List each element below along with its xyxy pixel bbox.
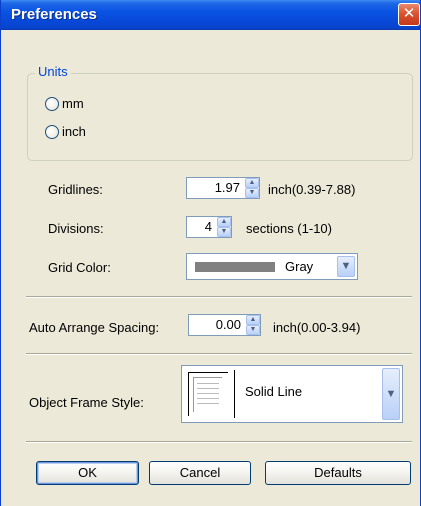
units-legend: Units	[35, 64, 71, 79]
divisions-spin-arrows[interactable]: ▲ ▼	[216, 217, 231, 237]
separator	[26, 353, 412, 355]
grid-color-label: Grid Color:	[48, 260, 111, 275]
spin-up-icon[interactable]: ▲	[217, 217, 231, 227]
ok-button[interactable]: OK	[36, 461, 139, 485]
defaults-button[interactable]: Defaults	[265, 461, 411, 485]
radio-inch-circle[interactable]	[45, 124, 59, 139]
auto-arrange-range: inch(0.00-3.94)	[273, 320, 361, 335]
gridlines-spin-arrows[interactable]: ▲ ▼	[244, 178, 259, 198]
gridlines-spinner[interactable]: 1.97 ▲ ▼	[186, 177, 260, 199]
radio-mm[interactable]: mm	[45, 96, 84, 111]
auto-arrange-spinner[interactable]: 0.00 ▲ ▼	[188, 314, 261, 336]
spin-up-icon[interactable]: ▲	[246, 315, 260, 325]
gridlines-value[interactable]: 1.97	[187, 178, 244, 198]
dialog-title: Preferences	[11, 6, 97, 23]
radio-mm-label: mm	[62, 96, 84, 111]
frame-style-dropdown[interactable]: Solid Line ▼	[181, 365, 403, 423]
close-icon: ✕	[402, 5, 416, 22]
radio-inch-label: inch	[62, 124, 86, 139]
frame-preview-divider	[234, 370, 235, 418]
auto-arrange-value[interactable]: 0.00	[189, 315, 245, 335]
grid-color-value: Gray	[285, 259, 314, 274]
units-groupbox	[27, 73, 413, 161]
preferences-dialog: Preferences ✕ Units mm inch Gridlines: 1…	[0, 0, 421, 506]
auto-arrange-label: Auto Arrange Spacing:	[29, 320, 160, 335]
spin-down-icon[interactable]: ▼	[246, 325, 260, 335]
frame-style-label: Object Frame Style:	[29, 395, 144, 410]
frame-style-preview-icon	[188, 372, 228, 416]
spin-down-icon[interactable]: ▼	[217, 227, 231, 237]
title-bar[interactable]: Preferences ✕	[1, 0, 420, 30]
separator	[26, 441, 412, 443]
frame-style-value: Solid Line	[245, 384, 303, 399]
spin-down-icon[interactable]: ▼	[245, 188, 259, 198]
divisions-spinner[interactable]: 4 ▲ ▼	[186, 216, 232, 238]
spin-up-icon[interactable]: ▲	[245, 178, 259, 188]
radio-mm-circle[interactable]	[45, 96, 59, 111]
divisions-range: sections (1-10)	[246, 221, 332, 236]
gridlines-label: Gridlines:	[48, 182, 103, 197]
separator	[26, 296, 412, 298]
radio-inch[interactable]: inch	[45, 124, 86, 139]
close-button[interactable]: ✕	[398, 3, 420, 26]
grid-color-dropdown[interactable]: Gray ▼	[186, 253, 358, 280]
auto-arrange-spin-arrows[interactable]: ▲ ▼	[245, 315, 260, 335]
chevron-down-icon[interactable]: ▼	[337, 256, 355, 277]
divisions-value[interactable]: 4	[187, 217, 216, 237]
gridlines-range: inch(0.39-7.88)	[268, 182, 356, 197]
grid-color-swatch	[195, 262, 275, 272]
chevron-down-icon[interactable]: ▼	[382, 368, 400, 420]
divisions-label: Divisions:	[48, 221, 104, 236]
cancel-button[interactable]: Cancel	[149, 461, 251, 485]
